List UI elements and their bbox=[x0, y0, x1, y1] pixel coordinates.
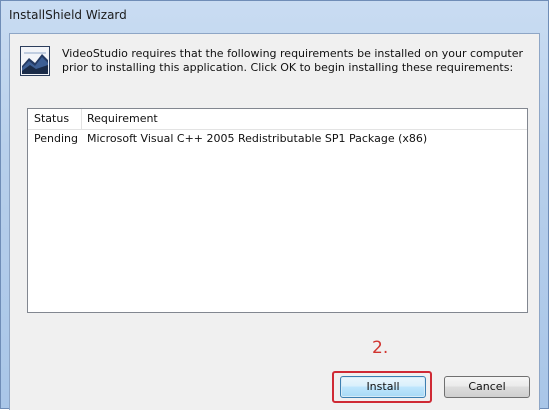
list-item[interactable]: Pending Microsoft Visual C++ 2005 Redist… bbox=[28, 130, 527, 148]
installshield-window: InstallShield Wizard VideoStudio require… bbox=[0, 0, 549, 410]
column-header-status[interactable]: Status bbox=[28, 109, 82, 129]
dialog-header: VideoStudio requires that the following … bbox=[10, 34, 539, 99]
list-item-requirement: Microsoft Visual C++ 2005 Redistributabl… bbox=[87, 132, 428, 145]
cancel-button[interactable]: Cancel bbox=[444, 376, 530, 398]
requirements-message: VideoStudio requires that the following … bbox=[62, 47, 524, 74]
dialog-client-area: VideoStudio requires that the following … bbox=[9, 33, 540, 410]
install-button[interactable]: Install bbox=[340, 376, 426, 398]
requirements-list[interactable]: Status Requirement Pending Microsoft Vis… bbox=[27, 108, 528, 313]
list-item-status: Pending bbox=[34, 132, 78, 145]
title-bar[interactable]: InstallShield Wizard bbox=[1, 1, 548, 31]
window-title: InstallShield Wizard bbox=[9, 8, 127, 22]
step-annotation: 2. bbox=[372, 338, 389, 358]
installshield-icon bbox=[20, 46, 50, 76]
column-header-requirement[interactable]: Requirement bbox=[83, 109, 527, 129]
list-header: Status Requirement bbox=[28, 109, 527, 130]
